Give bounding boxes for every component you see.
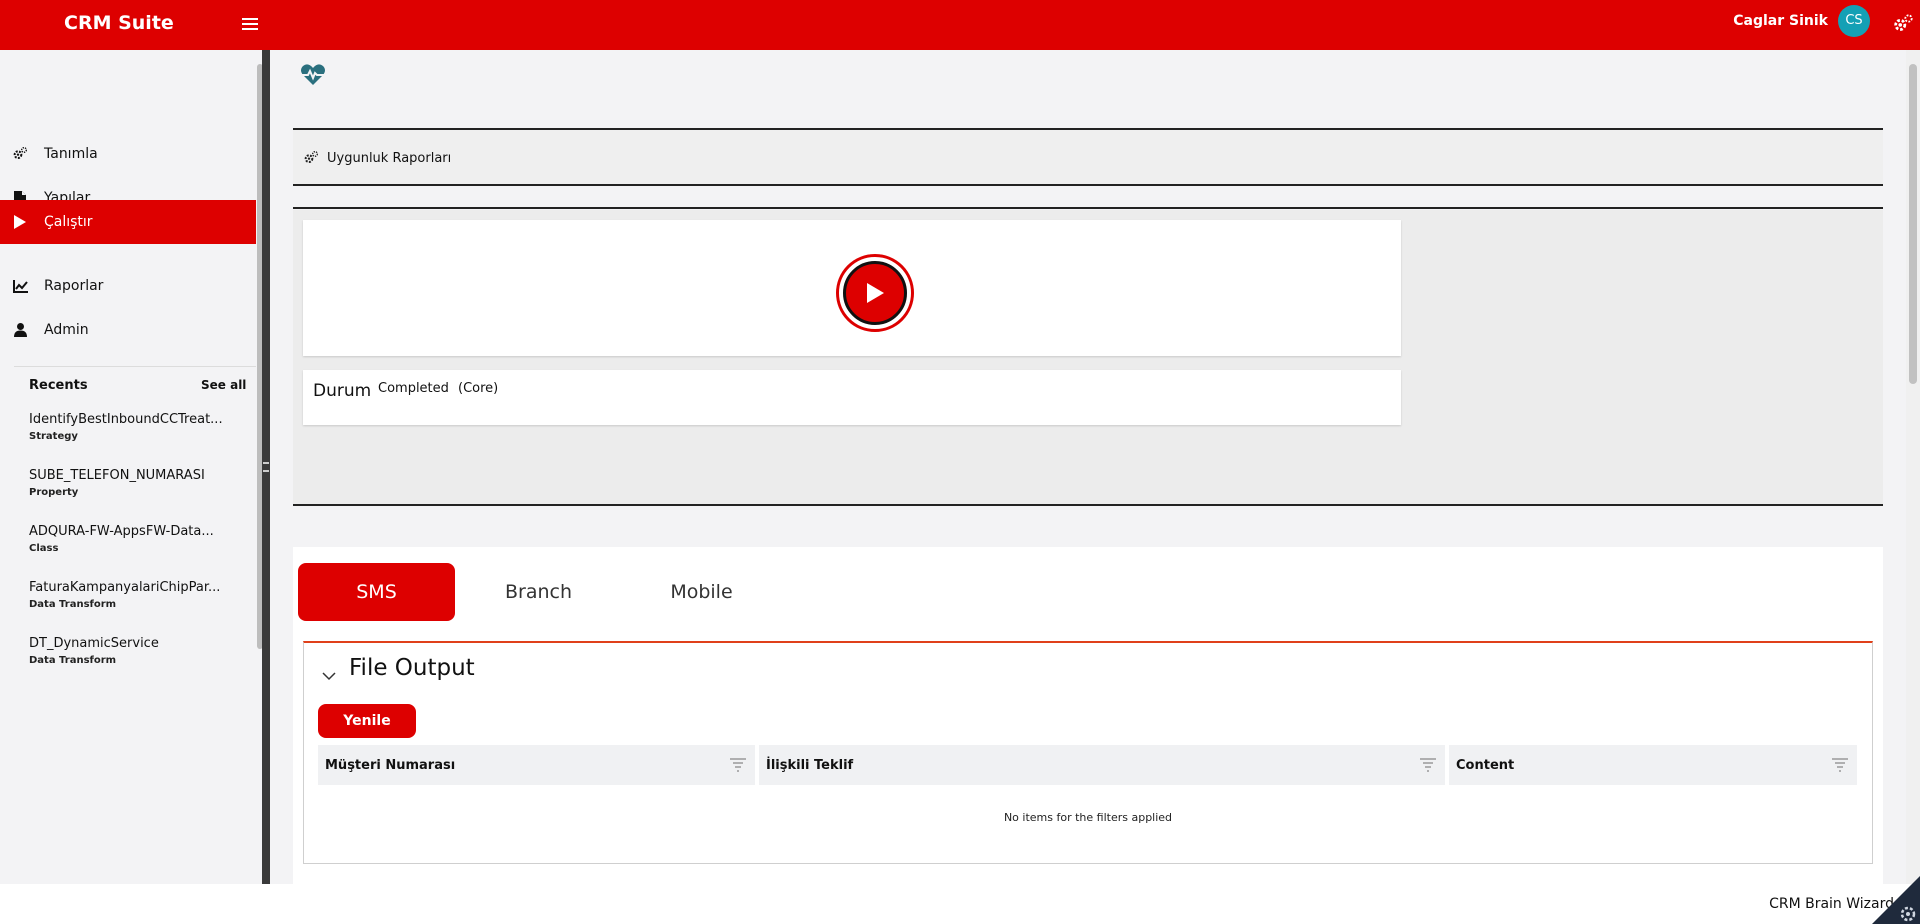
recent-item[interactable]: DT_DynamicService Data Transform [29, 636, 239, 666]
chevron-down-icon[interactable] [322, 669, 336, 683]
recent-item[interactable]: SUBE_TELEFON_NUMARASI Property [29, 468, 239, 498]
column-header-label: Müşteri Numarası [325, 757, 456, 773]
sidebar-item-label: Çalıştır [44, 214, 93, 230]
main-scrollbar[interactable] [1906, 50, 1920, 890]
status-value: Completed [378, 381, 449, 396]
main-content: Uygunluk Raporları Durum Completed (Core… [270, 50, 1904, 890]
tab-mobile[interactable]: Mobile [623, 563, 780, 621]
recent-item-name: FaturaKampanyalariChipPar... [29, 580, 221, 595]
gears-icon [12, 146, 28, 162]
tab-branch[interactable]: Branch [460, 563, 617, 621]
tab-sms[interactable]: SMS [298, 563, 455, 621]
scrollbar-thumb[interactable] [1909, 64, 1917, 384]
status-card: Durum Completed (Core) [303, 370, 1401, 425]
run-panel: Durum Completed (Core) [293, 210, 1883, 506]
avatar[interactable]: CS [1838, 5, 1870, 37]
report-title: Uygunluk Raporları [327, 150, 452, 166]
column-header-label: Content [1456, 757, 1515, 773]
user-name[interactable]: Caglar Sinik [1733, 13, 1828, 29]
recent-item-type: Data Transform [29, 599, 117, 610]
status-core: (Core) [458, 381, 499, 396]
recent-item[interactable]: IdentifyBestInboundCCTreat... Strategy [29, 412, 239, 442]
recent-item-name: SUBE_TELEFON_NUMARASI [29, 468, 205, 483]
sidebar: Tanımla Yapılar Çalıştır Raporlar Admin … [0, 50, 256, 890]
chart-line-icon [12, 278, 28, 294]
user-icon [12, 322, 28, 338]
sidebar-divider [14, 366, 256, 367]
filter-icon[interactable] [1419, 757, 1437, 773]
resize-grip-icon[interactable] [263, 462, 269, 472]
recent-item-type: Property [29, 487, 79, 498]
recent-item-name: DT_DynamicService [29, 636, 159, 651]
filter-icon[interactable] [729, 757, 747, 773]
recent-item[interactable]: FaturaKampanyalariChipPar... Data Transf… [29, 580, 239, 610]
recent-item-type: Data Transform [29, 655, 117, 666]
refresh-button[interactable]: Yenile [318, 704, 416, 738]
divider [293, 207, 1883, 209]
divider [293, 184, 1883, 186]
run-button[interactable] [836, 254, 914, 332]
empty-message: No items for the filters applied [1003, 811, 1173, 824]
gears-icon [304, 151, 318, 163]
sidebar-item-label: Tanımla [44, 146, 98, 162]
sidebar-item-label: Raporlar [44, 278, 104, 294]
column-header-label: İlişkili Teklif [766, 757, 854, 773]
sidebar-item-calistir[interactable]: Çalıştır [0, 200, 256, 244]
heart-pulse-icon [301, 64, 325, 85]
section-title: File Output [349, 655, 475, 681]
top-header: CRM Suite Caglar Sinik CS [0, 0, 1920, 50]
sidebar-item-tanimla[interactable]: Tanımla [0, 132, 256, 176]
column-header[interactable]: Content [1449, 745, 1857, 785]
app-title[interactable]: CRM Suite [64, 12, 174, 34]
see-all-link[interactable]: See all [201, 378, 246, 392]
status-label: Durum [313, 381, 372, 401]
filter-icon[interactable] [1831, 757, 1849, 773]
recent-item-type: Strategy [29, 431, 78, 442]
menu-toggle-icon[interactable] [242, 15, 258, 33]
sidebar-item-label: Admin [44, 322, 89, 338]
play-icon [843, 261, 907, 325]
divider [293, 504, 1883, 506]
sidebar-item-admin[interactable]: Admin [0, 308, 256, 352]
sidebar-item-raporlar[interactable]: Raporlar [0, 264, 256, 308]
settings-icon[interactable] [1872, 876, 1920, 924]
recent-item-type: Class [29, 543, 59, 554]
column-header[interactable]: Müşteri Numarası [318, 745, 755, 785]
column-header[interactable]: İlişkili Teklif [759, 745, 1445, 785]
file-output-section: File Output Yenile Müşteri Numarası İliş… [303, 641, 1873, 864]
tabs-area: SMS Branch Mobile File Output Yenile Müş… [293, 547, 1883, 890]
footer: CRM Brain Wizard [0, 876, 1920, 924]
report-header: Uygunluk Raporları [293, 130, 1883, 186]
recent-item-name: IdentifyBestInboundCCTreat... [29, 412, 223, 427]
recents-title: Recents [29, 378, 88, 393]
play-icon [12, 214, 28, 230]
gears-icon[interactable] [1892, 13, 1914, 35]
recent-item-name: ADQURA-FW-AppsFW-Data... [29, 524, 214, 539]
run-card [303, 220, 1401, 356]
recent-item[interactable]: ADQURA-FW-AppsFW-Data... Class [29, 524, 239, 554]
